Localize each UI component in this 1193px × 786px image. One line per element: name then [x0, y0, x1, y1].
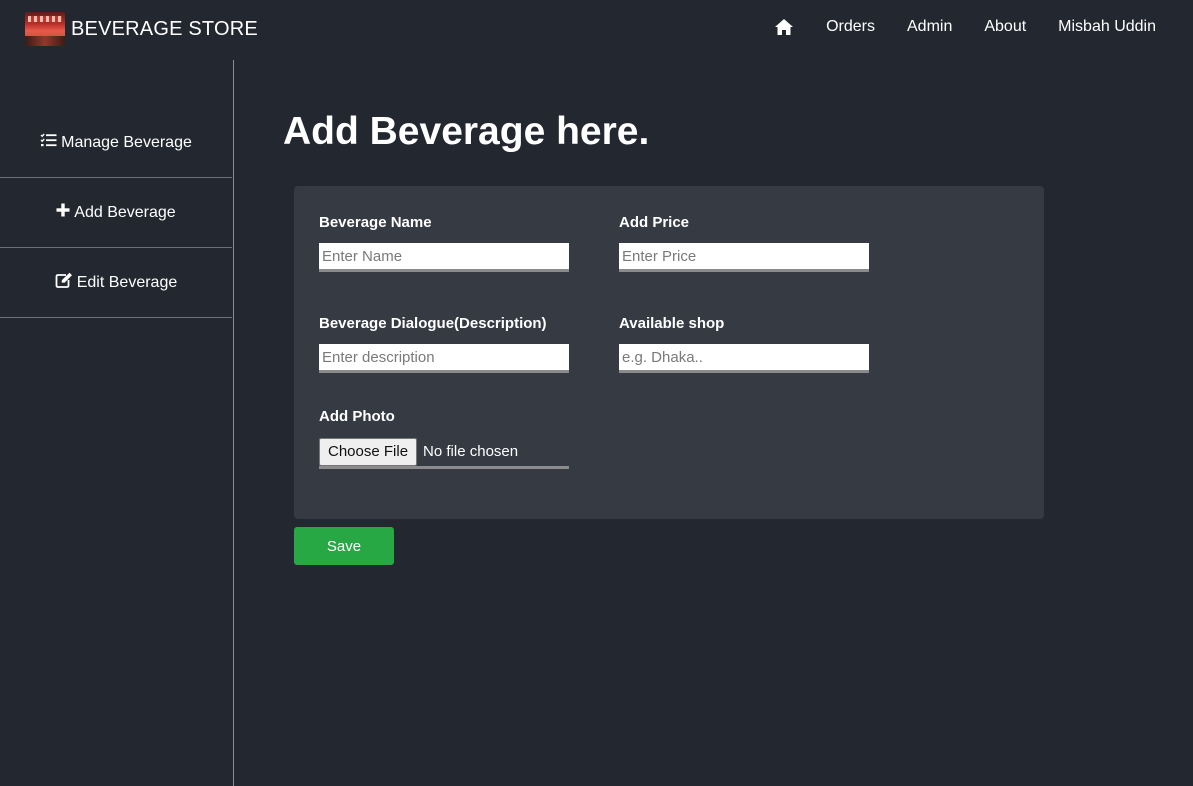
- nav-orders[interactable]: Orders: [826, 18, 875, 36]
- choose-file-button[interactable]: Choose File: [319, 437, 418, 466]
- page-title: Add Beverage here.: [283, 110, 650, 153]
- edit-icon: [55, 272, 73, 293]
- description-label: Beverage Dialogue(Description): [319, 315, 547, 332]
- plus-icon: [56, 203, 70, 222]
- file-status: No file chosen: [423, 443, 519, 460]
- available-shop-label: Available shop: [619, 315, 725, 332]
- brand[interactable]: BEVERAGE STORE: [25, 12, 258, 46]
- save-button[interactable]: Save: [294, 527, 394, 565]
- sidebar-item-label: Add Beverage: [74, 203, 176, 221]
- sidebar-item-label: Edit Beverage: [76, 273, 178, 291]
- add-beverage-form: Beverage Name Add Price Beverage Dialogu…: [294, 186, 1044, 519]
- sidebar-item-label: Manage Beverage: [61, 133, 192, 151]
- brand-logo: [25, 12, 65, 46]
- photo-file-input[interactable]: Choose File No file chosen: [319, 437, 569, 469]
- description-input[interactable]: [319, 344, 569, 373]
- sidebar: Manage Beverage Add Beverage Edit Bevera…: [0, 60, 234, 786]
- top-navbar: BEVERAGE STORE Orders Admin About Misbah…: [0, 0, 1193, 60]
- available-shop-input[interactable]: [619, 344, 869, 373]
- price-label: Add Price: [619, 214, 690, 231]
- nav-user[interactable]: Misbah Uddin: [1058, 18, 1156, 36]
- sidebar-item-edit-beverage[interactable]: Edit Beverage: [0, 248, 232, 318]
- nav-admin[interactable]: Admin: [907, 18, 952, 36]
- nav-about[interactable]: About: [984, 18, 1026, 36]
- beverage-name-input[interactable]: [319, 243, 569, 272]
- sidebar-item-add-beverage[interactable]: Add Beverage: [0, 178, 232, 248]
- add-photo-label: Add Photo: [319, 408, 395, 425]
- brand-text: BEVERAGE STORE: [71, 17, 258, 40]
- beverage-name-label: Beverage Name: [319, 214, 432, 231]
- checklist-icon: [40, 133, 57, 152]
- nav-links: Orders Admin About Misbah Uddin: [774, 18, 1156, 36]
- sidebar-item-manage-beverage[interactable]: Manage Beverage: [0, 108, 232, 178]
- price-input[interactable]: [619, 243, 869, 272]
- home-icon[interactable]: [774, 18, 794, 36]
